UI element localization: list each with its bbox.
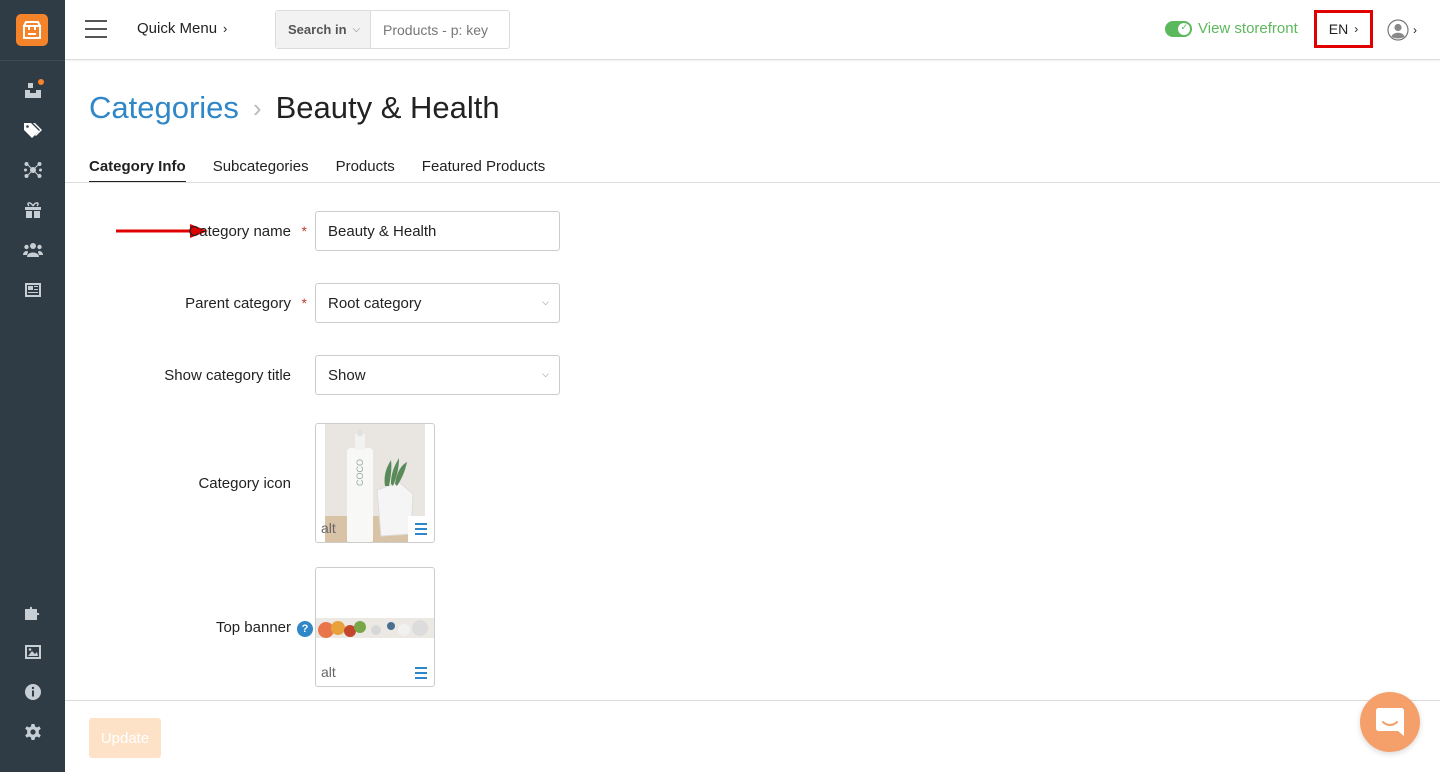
search-input[interactable] (371, 11, 509, 48)
top-banner-label-cell: Top banner ? (89, 618, 315, 637)
tabs: Category Info Subcategories Products Fea… (89, 158, 572, 183)
quick-menu-button[interactable]: Quick Menu › (137, 20, 227, 37)
search-scope-dropdown[interactable]: Search in ⌵ (276, 11, 371, 48)
category-icon-label: Category icon (198, 474, 291, 492)
toggle-switch[interactable]: ✓ (1165, 20, 1192, 37)
logo[interactable] (16, 14, 48, 46)
show-title-value: Show (328, 366, 366, 384)
tab-featured-products[interactable]: Featured Products (422, 158, 545, 183)
top-banner-thumbnail (316, 618, 434, 638)
breadcrumb: Categories › Beauty & Health (89, 90, 500, 126)
chevron-right-icon: › (1413, 23, 1417, 37)
required-marker: * (301, 294, 307, 311)
category-icon-image[interactable]: COCO alt (315, 423, 435, 543)
show-title-row: Show category title Show ⌵ (89, 355, 560, 395)
chevron-down-icon: ⌵ (352, 24, 361, 35)
search-scope-label: Search in (288, 22, 347, 37)
list-menu-icon[interactable] (408, 660, 434, 686)
parent-category-select[interactable]: Root category ⌵ (315, 283, 560, 323)
breadcrumb-separator-icon: › (252, 92, 262, 123)
gift-icon[interactable] (22, 199, 44, 221)
tab-category-info[interactable]: Category Info (89, 158, 186, 183)
show-title-label: Show category title (164, 366, 291, 384)
parent-category-row: Parent category * Root category ⌵ (89, 283, 560, 323)
users-icon[interactable] (22, 239, 44, 261)
list-menu-icon[interactable] (408, 516, 434, 542)
tags-icon[interactable] (22, 119, 44, 141)
info-icon[interactable] (22, 681, 44, 703)
user-avatar-icon (1387, 19, 1409, 41)
update-button[interactable]: Update (89, 718, 161, 758)
chevron-right-icon: › (1354, 22, 1359, 36)
breadcrumb-categories-link[interactable]: Categories (89, 90, 239, 126)
tab-subcategories[interactable]: Subcategories (213, 158, 309, 183)
category-icon-alt: alt (321, 520, 336, 536)
view-storefront-toggle[interactable]: ✓ View storefront (1165, 20, 1298, 37)
chevron-down-icon: ⌵ (542, 369, 549, 379)
puzzle-icon[interactable] (22, 601, 44, 623)
image-icon[interactable] (22, 641, 44, 663)
chevron-down-icon: ⌵ (542, 297, 549, 307)
hamburger-menu-icon[interactable] (85, 20, 107, 38)
category-name-label: Category name (188, 222, 291, 240)
show-title-label-cell: Show category title (89, 367, 315, 384)
chat-icon (1376, 708, 1404, 736)
language-selector[interactable]: EN › (1314, 10, 1373, 48)
svg-text:COCO: COCO (355, 459, 365, 486)
network-icon[interactable] (22, 159, 44, 181)
category-name-input[interactable] (315, 211, 560, 251)
check-icon: ✓ (1180, 21, 1188, 32)
tabs-divider (65, 182, 1440, 183)
quick-menu-label: Quick Menu (137, 20, 218, 37)
view-storefront-label: View storefront (1198, 20, 1298, 37)
footer-bar: Update (65, 700, 1440, 772)
tab-products[interactable]: Products (336, 158, 395, 183)
help-icon[interactable]: ? (297, 620, 313, 637)
orders-icon[interactable] (22, 79, 44, 101)
chevron-right-icon: › (223, 21, 228, 36)
top-banner-label: Top banner (215, 618, 291, 636)
required-marker: * (301, 222, 307, 239)
category-name-row: Category name * (89, 211, 560, 251)
gear-icon[interactable] (22, 721, 44, 743)
news-icon[interactable] (22, 279, 44, 301)
sidebar (0, 0, 65, 772)
category-name-label-cell: Category name * (89, 223, 315, 240)
topbar: Quick Menu › Search in ⌵ ✓ View storefront… (65, 0, 1440, 60)
category-icon-row: Category icon COCO alt (89, 423, 435, 543)
user-menu[interactable]: › (1387, 19, 1417, 41)
top-banner-alt: alt (321, 664, 336, 680)
notification-dot (38, 79, 44, 85)
search-box: Search in ⌵ (275, 10, 510, 49)
chat-launcher-button[interactable] (1360, 692, 1420, 752)
top-banner-row: Top banner ? alt (89, 567, 435, 687)
language-label: EN (1328, 21, 1349, 37)
page-title: Beauty & Health (275, 90, 500, 125)
top-banner-image[interactable]: alt (315, 567, 435, 687)
show-title-select[interactable]: Show ⌵ (315, 355, 560, 395)
category-icon-label-cell: Category icon (89, 475, 315, 492)
parent-category-label: Parent category (185, 294, 291, 312)
parent-category-value: Root category (328, 294, 422, 312)
parent-category-label-cell: Parent category * (89, 295, 315, 312)
sidebar-divider (0, 60, 65, 61)
